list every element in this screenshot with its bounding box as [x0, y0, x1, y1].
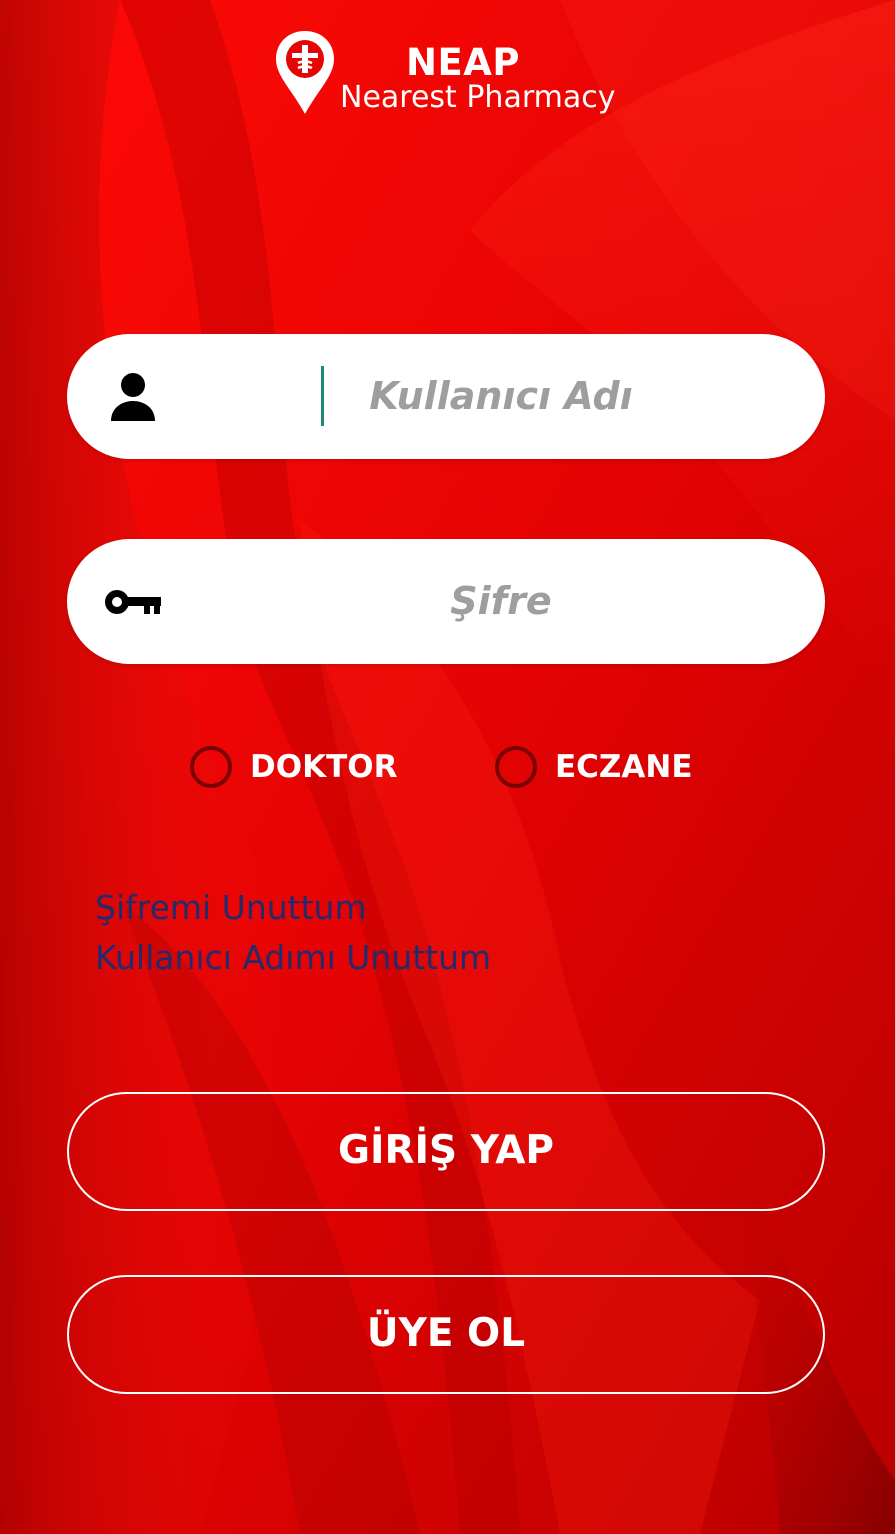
- app-subtitle: Nearest Pharmacy: [340, 80, 616, 115]
- app-title: NEAP: [406, 41, 520, 84]
- role-label-eczane: ECZANE: [555, 749, 693, 785]
- password-field[interactable]: Şifre: [67, 539, 825, 664]
- password-input[interactable]: Şifre: [237, 539, 765, 664]
- person-icon: [111, 373, 155, 421]
- radio-circle-icon[interactable]: [495, 746, 537, 788]
- forgot-password-link[interactable]: Şifremi Unuttum: [95, 888, 367, 928]
- radio-circle-icon[interactable]: [190, 746, 232, 788]
- username-field[interactable]: Kullanıcı Adı: [67, 334, 825, 459]
- app-logo: NEAP Nearest Pharmacy: [272, 28, 616, 124]
- login-screen: NEAP Nearest Pharmacy Kullanıcı Adı Şifr…: [0, 0, 895, 1534]
- forgot-username-link[interactable]: Kullanıcı Adımı Unuttum: [95, 938, 491, 978]
- register-button[interactable]: ÜYE OL: [67, 1275, 825, 1394]
- key-icon: [105, 590, 161, 614]
- role-label-doktor: DOKTOR: [250, 749, 398, 785]
- role-radio-eczane[interactable]: ECZANE: [495, 741, 693, 793]
- pharmacy-pin-icon: [276, 31, 334, 114]
- role-radio-doktor[interactable]: DOKTOR: [190, 741, 397, 793]
- username-input[interactable]: Kullanıcı Adı: [237, 334, 765, 459]
- login-button[interactable]: GİRİŞ YAP: [67, 1092, 825, 1211]
